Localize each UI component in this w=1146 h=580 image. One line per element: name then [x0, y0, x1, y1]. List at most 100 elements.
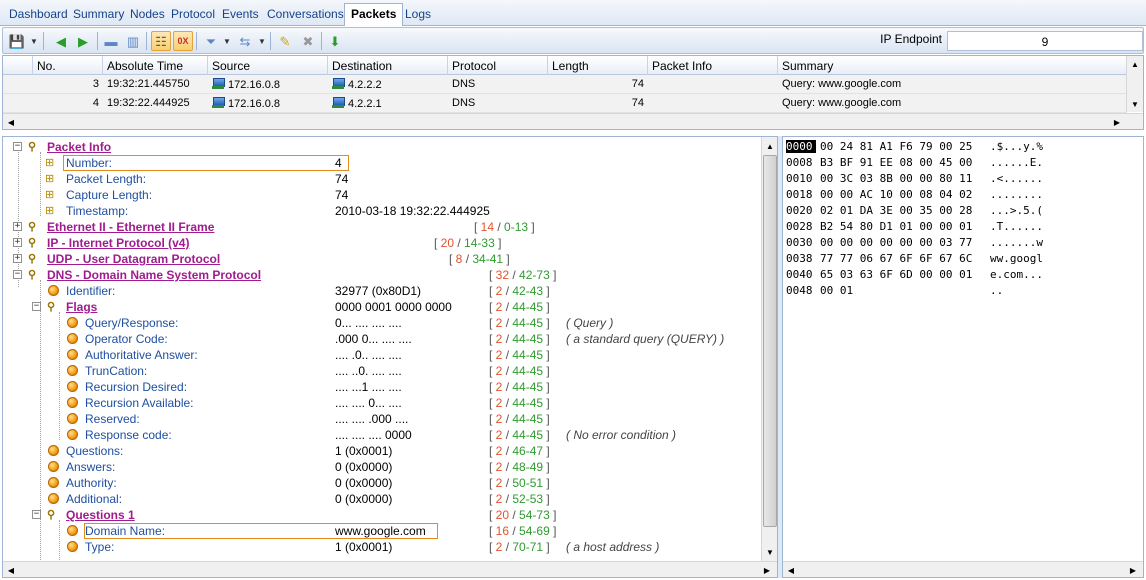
filter-dropdown-icon[interactable]: ▼ [223, 37, 231, 46]
decode-dropdown-icon[interactable]: ▼ [258, 37, 266, 46]
hex-row[interactable]: 0048 00 01.. [786, 284, 1003, 300]
tree-row-authority[interactable]: Authority: 0 (0x0000) [ 2 / 50-51 ] [3, 475, 763, 491]
tree-vscroll[interactable]: ▲ ▼ [761, 137, 777, 561]
packet-row[interactable]: 4 19:32:22.444925 172.16.0.8 4.2.2.1 DNS… [3, 94, 1127, 113]
tree-row-capture-length[interactable]: ⊞ Capture Length: 74 [3, 187, 763, 203]
scroll-right-icon[interactable]: ▶ [1109, 114, 1125, 129]
packet-list-hscroll[interactable]: ◀ ▶ [3, 113, 1143, 129]
tree-row-recursion-desired[interactable]: Recursion Desired: .... ...1 .... .... [… [3, 379, 763, 395]
tree-row-answers[interactable]: Answers: 0 (0x0000) [ 2 / 48-49 ] [3, 459, 763, 475]
expand-icon[interactable]: + [13, 238, 22, 247]
byte-range: [ 2 / 52-53 ] [489, 492, 550, 506]
back-icon[interactable]: ◀ [51, 31, 71, 51]
tree-row-udp[interactable]: + ⚲ UDP - User Datagram Protocol [ 8 / 3… [3, 251, 763, 267]
tree-row-packet-info[interactable]: − ⚲ Packet Info [3, 139, 763, 155]
collapse-icon[interactable]: − [13, 142, 22, 151]
hex-view-icon[interactable]: 0X [173, 31, 193, 51]
layout-vertical-icon[interactable]: ▥ [123, 31, 143, 51]
scroll-down-icon[interactable]: ▼ [1127, 96, 1143, 112]
tree-row-authoritative-answer[interactable]: Authoritative Answer: .... .0.. .... ...… [3, 347, 763, 363]
tree-row-dns[interactable]: − ⚲ DNS - Domain Name System Protocol [ … [3, 267, 763, 283]
column-header-time[interactable]: Absolute Time [103, 56, 208, 75]
decode-icon[interactable]: ⇆ [235, 31, 255, 51]
save-icon[interactable]: 💾 [7, 31, 27, 51]
tree-row-timestamp[interactable]: ⊞ Timestamp: 2010-03-18 19:32:22.444925 [3, 203, 763, 219]
column-header-summary[interactable]: Summary [778, 56, 1127, 75]
tree-row-additional[interactable]: Additional: 0 (0x0000) [ 2 / 52-53 ] [3, 491, 763, 507]
tab-dashboard[interactable]: Dashboard [3, 4, 74, 25]
scroll-up-icon[interactable]: ▲ [1127, 56, 1143, 72]
column-header-select[interactable] [3, 56, 33, 75]
packet-time: 19:32:22.444925 [107, 97, 190, 109]
column-header-protocol[interactable]: Protocol [448, 56, 548, 75]
tree-row-ip[interactable]: + ⚲ IP - Internet Protocol (v4) [ 20 / 1… [3, 235, 763, 251]
scroll-thumb[interactable] [763, 155, 777, 527]
scroll-down-icon[interactable]: ▼ [762, 544, 777, 560]
tree-row-truncation[interactable]: TrunCation: .... ..0. .... .... [ 2 / 44… [3, 363, 763, 379]
tab-logs[interactable]: Logs [399, 4, 437, 25]
tab-events[interactable]: Events [216, 4, 265, 25]
field-value: 1 (0x0001) [335, 444, 393, 458]
ip-endpoint-value[interactable]: 9 [947, 31, 1143, 51]
packet-row[interactable]: 3 19:32:21.445750 172.16.0.8 4.2.2.2 DNS… [3, 75, 1127, 94]
tree-row-query-response[interactable]: Query/Response: 0... .... .... .... [ 2 … [3, 315, 763, 331]
save-dropdown-icon[interactable]: ▼ [30, 37, 38, 46]
tree-row-type[interactable]: Type: 1 (0x0001) [ 2 / 70-71 ] ( a host … [3, 539, 763, 555]
tree-row-reserved[interactable]: Reserved: .... .... .000 .... [ 2 / 44-4… [3, 411, 763, 427]
field-value: .000 0... .... .... [335, 332, 412, 346]
tree-row-questions[interactable]: Questions: 1 (0x0001) [ 2 / 46-47 ] [3, 443, 763, 459]
filter-icon[interactable]: ⏷ [201, 31, 221, 51]
hex-row[interactable]: 0030 00 00 00 00 00 00 03 77 .......w [786, 236, 1043, 252]
edit-icon[interactable]: ✎ [275, 31, 295, 51]
collapse-icon[interactable]: − [32, 510, 41, 519]
column-header-no[interactable]: No. [33, 56, 103, 75]
scroll-left-icon[interactable]: ◀ [783, 562, 799, 577]
tree-row-number[interactable]: ⊞ Number: 4 [3, 155, 763, 171]
tree-row-recursion-available[interactable]: Recursion Available: .... .... 0... ....… [3, 395, 763, 411]
collapse-icon[interactable]: − [13, 270, 22, 279]
tab-nodes[interactable]: Nodes [124, 4, 171, 25]
tree-row-flags[interactable]: − ⚲ Flags 0000 0001 0000 0000 [ 2 / 44-4… [3, 299, 763, 315]
layout-horizontal-icon[interactable]: ▬ [101, 31, 121, 51]
tree-row-questions-1[interactable]: − ⚲ Questions 1 [ 20 / 54-73 ] [3, 507, 763, 523]
forward-icon[interactable]: ▶ [73, 31, 93, 51]
hex-row[interactable]: 0018 00 00 AC 10 00 08 04 02........ [786, 188, 1043, 204]
scroll-left-icon[interactable]: ◀ [3, 114, 19, 129]
tree-row-identifier[interactable]: Identifier: 32977 (0x80D1) [ 2 / 42-43 ] [3, 283, 763, 299]
column-header-length[interactable]: Length [548, 56, 648, 75]
column-header-source[interactable]: Source [208, 56, 328, 75]
scroll-right-icon[interactable]: ▶ [759, 562, 775, 577]
hex-row[interactable]: 0038 77 77 06 67 6F 6F 67 6C ww.googl [786, 252, 1043, 268]
column-header-destination[interactable]: Destination [328, 56, 448, 75]
download-icon[interactable]: ⬇ [325, 31, 345, 51]
scroll-right-icon[interactable]: ▶ [1125, 562, 1141, 577]
hex-row[interactable]: 0010 00 3C 03 8B 00 00 80 11 .<...... [786, 172, 1043, 188]
hex-row[interactable]: 0000 00 24 81 A1 F6 79 00 25 .$...y.% [786, 140, 1043, 156]
scroll-up-icon[interactable]: ▲ [762, 138, 777, 154]
field-label: Timestamp: [66, 204, 129, 218]
tree-hscroll[interactable]: ◀ ▶ [3, 561, 777, 577]
tab-packets[interactable]: Packets [344, 3, 404, 26]
expand-icon[interactable]: + [13, 254, 22, 263]
hex-row[interactable]: 0008 B3 BF 91 EE 08 00 45 00 ......E. [786, 156, 1043, 172]
hex-hscroll[interactable]: ◀ ▶ [783, 561, 1143, 577]
packet-list-vscroll[interactable]: ▲ ▼ [1126, 56, 1143, 112]
tree-row-response-code[interactable]: Response code: .... .... .... 0000 [ 2 /… [3, 427, 763, 443]
tab-protocol[interactable]: Protocol [165, 4, 221, 25]
byte-range: [ 2 / 44-45 ] [489, 396, 550, 410]
collapse-icon[interactable]: − [32, 302, 41, 311]
hex-row[interactable]: 0040 65 03 63 6F 6D 00 00 01 e.com... [786, 268, 1043, 284]
tree-row-domain-name[interactable]: Domain Name: www.google.com [ 16 / 54-69… [3, 523, 763, 539]
scroll-left-icon[interactable]: ◀ [3, 562, 19, 577]
expand-icon[interactable]: + [13, 222, 22, 231]
tab-conversations[interactable]: Conversations [261, 4, 350, 25]
tab-summary[interactable]: Summary [67, 4, 130, 25]
hex-row[interactable]: 0028 B2 54 80 D1 01 00 00 01 .T...... [786, 220, 1043, 236]
column-header-packet-info[interactable]: Packet Info [648, 56, 778, 75]
tree-view-icon[interactable]: ☷ [151, 31, 171, 51]
tree-row-packet-length[interactable]: ⊞ Packet Length: 74 [3, 171, 763, 187]
delete-icon[interactable]: ✖ [298, 31, 318, 51]
tree-row-ethernet[interactable]: + ⚲ Ethernet II - Ethernet II Frame [ 14… [3, 219, 763, 235]
hex-row[interactable]: 0020 02 01 DA 3E 00 35 00 28 ...>.5.( [786, 204, 1043, 220]
tree-row-operator-code[interactable]: Operator Code: .000 0... .... .... [ 2 /… [3, 331, 763, 347]
